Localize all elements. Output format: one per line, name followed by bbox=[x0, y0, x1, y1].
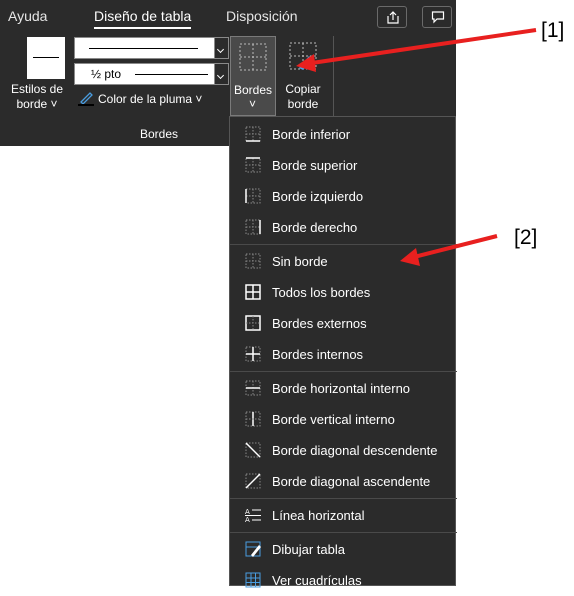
annotation-label-1: [1] bbox=[541, 19, 565, 42]
annotation-label-2: [2] bbox=[514, 226, 538, 249]
arrow-1 bbox=[304, 28, 537, 66]
arrow-2 bbox=[409, 234, 498, 260]
annotation-arrows bbox=[296, 28, 537, 266]
arrowhead-1 bbox=[296, 54, 316, 72]
arrowhead-2 bbox=[400, 248, 420, 266]
